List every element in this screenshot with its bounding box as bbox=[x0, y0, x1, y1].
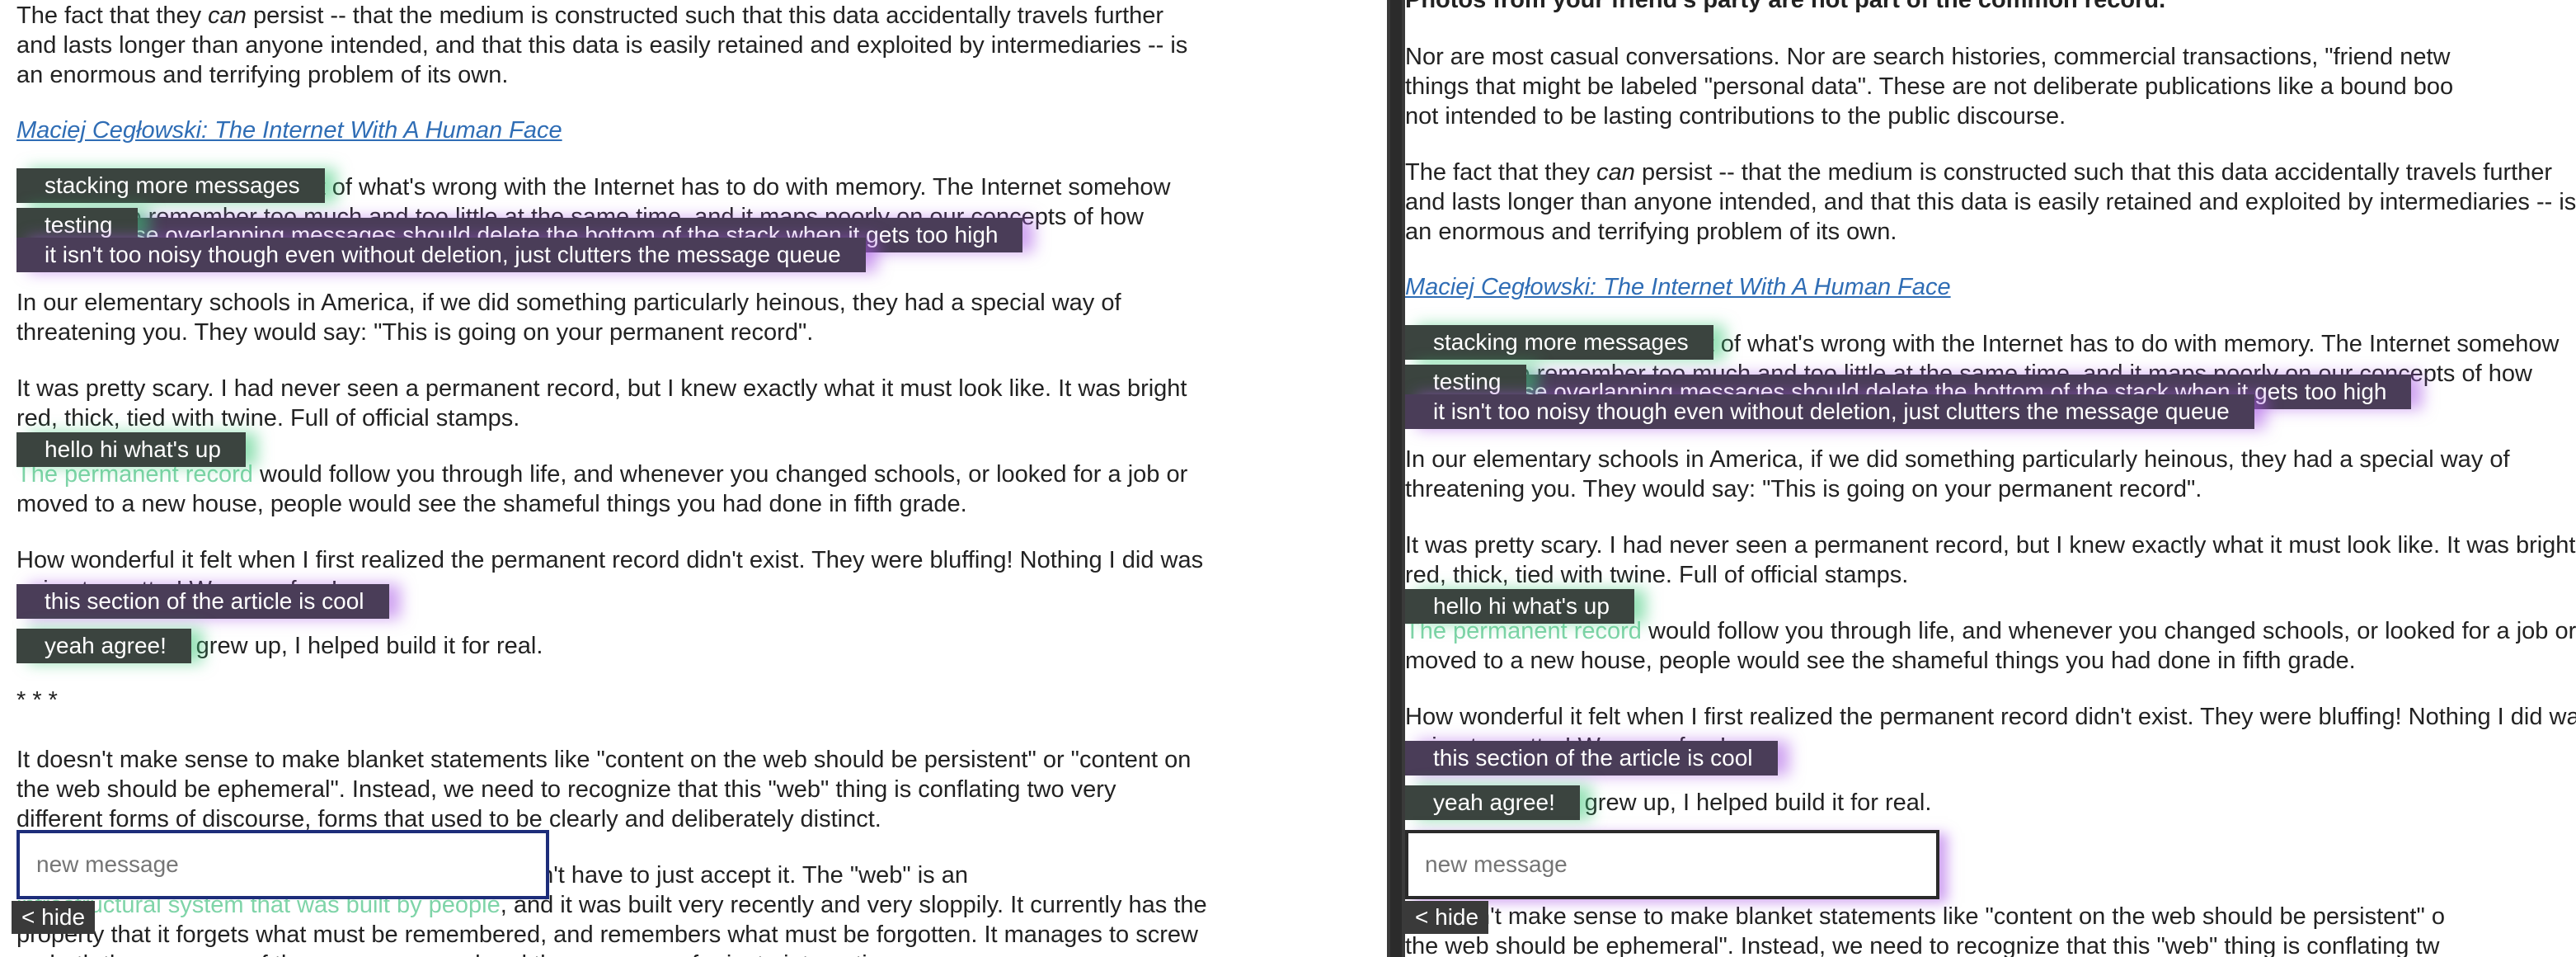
article-line: It doesn't make sense to make blanket st… bbox=[16, 747, 1192, 773]
message-bubble-hello[interactable]: hello hi what's up bbox=[16, 432, 246, 467]
text-fragment: The fact that they bbox=[16, 2, 209, 29]
message-bubble-cool[interactable]: this section of the article is cool bbox=[1405, 741, 1778, 776]
article-line: threatening you. They would say: "This i… bbox=[1405, 476, 2202, 502]
article-line: In our elementary schools in America, if… bbox=[16, 290, 1121, 316]
hide-button[interactable]: < hide bbox=[12, 901, 96, 934]
article-line: red, thick, tied with twine. Full of off… bbox=[1405, 562, 1909, 588]
article-line: How wonderful it felt when I first reali… bbox=[1405, 704, 2576, 730]
article-line: It doesn't make sense to make blanket st… bbox=[1405, 903, 2445, 930]
article-link[interactable]: Maciej Cegłowski: The Internet With A Hu… bbox=[16, 117, 562, 144]
text-fragment: would follow you through life, and whene… bbox=[1641, 618, 2576, 644]
message-bubble-noisy[interactable]: it isn't too noisy though even without d… bbox=[1405, 394, 2254, 429]
article-line: threatening you. They would say: "This i… bbox=[16, 319, 814, 346]
message-bubble-stacking[interactable]: stacking more messages bbox=[1405, 325, 1713, 360]
article-heading: Photos from your friend's party are not … bbox=[1405, 0, 2166, 13]
article-line: the web should be ephemeral". Instead, w… bbox=[16, 776, 1116, 803]
article-line: an enormous and terrifying problem of it… bbox=[16, 62, 509, 88]
hide-button[interactable]: < hide bbox=[1405, 901, 1489, 934]
article-paragraph: The fact that they can persist -- that t… bbox=[16, 2, 1163, 31]
article-paragraph: The fact that they can persist -- that t… bbox=[1405, 158, 2552, 187]
right-browser-pane: Photos from your friend's party are not … bbox=[1402, 0, 2576, 957]
text-fragment: would follow you through life, and whene… bbox=[252, 461, 1188, 488]
article-line: the web should be ephemeral". Instead, w… bbox=[1405, 933, 2440, 957]
left-browser-pane: The fact that they can persist -- that t… bbox=[0, 0, 1390, 957]
text-fragment: persist -- that the medium is constructe… bbox=[1634, 159, 2553, 186]
article-line: not intended to be lasting contributions… bbox=[1405, 103, 2066, 130]
message-bubble-noisy[interactable]: it isn't too noisy though even without d… bbox=[16, 238, 866, 272]
article-line: Nor are most casual conversations. Nor a… bbox=[1405, 44, 2451, 70]
article-line: an enormous and terrifying problem of it… bbox=[1405, 219, 1897, 245]
section-separator: * * * bbox=[16, 687, 58, 714]
article-line: moved to a new house, people would see t… bbox=[1405, 648, 2356, 674]
message-bubble-agree[interactable]: yeah agree! bbox=[1405, 785, 1580, 820]
article-line: How wonderful it felt when I first reali… bbox=[16, 547, 1204, 573]
article-line: and lasts longer than anyone intended, a… bbox=[16, 32, 1188, 59]
message-bubble-cool[interactable]: this section of the article is cool bbox=[16, 584, 389, 619]
article-line: red, thick, tied with twine. Full of off… bbox=[16, 405, 520, 431]
article-line: property that it forgets what must be re… bbox=[16, 922, 1198, 948]
new-message-input[interactable] bbox=[16, 830, 549, 899]
text-fragment: The fact that they bbox=[1405, 159, 1597, 186]
article-line: It was pretty scary. I had never seen a … bbox=[1405, 532, 2576, 559]
article-line: things that might be labeled "personal d… bbox=[1405, 73, 2454, 100]
text-fragment: , and it was built very recently and ver… bbox=[500, 892, 1207, 918]
emphasis-can: can bbox=[1596, 159, 1635, 186]
new-message-input[interactable] bbox=[1405, 830, 1939, 899]
article-line: up both the purposes of the common recor… bbox=[16, 950, 900, 957]
message-bubble-hello[interactable]: hello hi what's up bbox=[1405, 589, 1634, 624]
emphasis-can: can bbox=[208, 2, 247, 29]
article-link[interactable]: Maciej Cegłowski: The Internet With A Hu… bbox=[1405, 274, 1951, 300]
article-line: In our elementary schools in America, if… bbox=[1405, 446, 2510, 473]
text-fragment: persist -- that the medium is constructe… bbox=[246, 2, 1164, 29]
article-line: and lasts longer than anyone intended, a… bbox=[1405, 189, 2576, 215]
article-line: It was pretty scary. I had never seen a … bbox=[16, 375, 1187, 402]
article-line: moved to a new house, people would see t… bbox=[16, 491, 967, 517]
message-bubble-stacking[interactable]: stacking more messages bbox=[16, 168, 325, 203]
message-bubble-agree[interactable]: yeah agree! bbox=[16, 629, 191, 663]
